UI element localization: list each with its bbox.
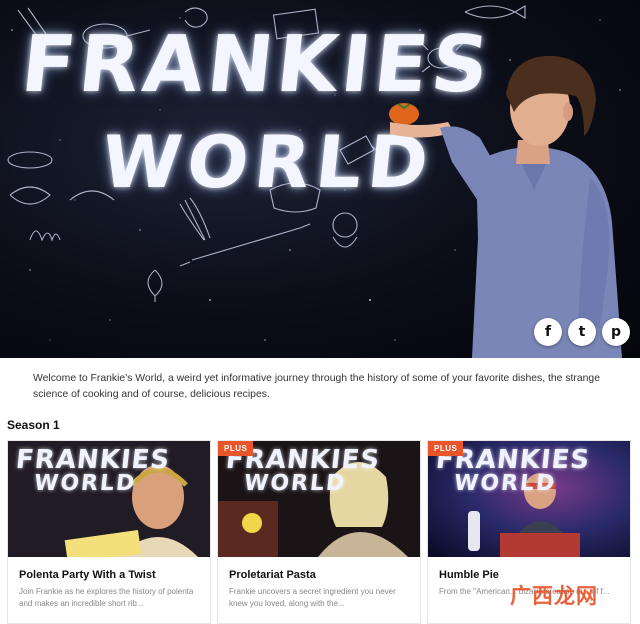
- episode-thumbnail: FRANKIES WORLD: [8, 441, 210, 557]
- episode-title[interactable]: Humble Pie: [439, 569, 499, 581]
- show-description: Welcome to Frankie's World, a weird yet …: [33, 373, 600, 400]
- episode-title[interactable]: Polenta Party With a Twist: [19, 569, 156, 581]
- episode-thumbnail: FRANKIES WORLD PLUS: [218, 441, 420, 557]
- share-pinterest-button[interactable]: p: [602, 318, 630, 346]
- presenter-image: [389, 55, 622, 358]
- twitter-icon: t: [578, 324, 586, 340]
- thumbnail-logo-line2: WORLD: [242, 471, 348, 496]
- episode-title[interactable]: Proletariat Pasta: [229, 569, 316, 581]
- share-facebook-button[interactable]: f: [534, 318, 562, 346]
- episode-card[interactable]: FRANKIES WORLD PLUS Proletariat Pasta Fr…: [217, 440, 421, 624]
- season-heading: Season 1: [7, 418, 60, 432]
- episode-description: Frankie uncovers a secret ingredient you…: [229, 587, 396, 608]
- episode-card[interactable]: FRANKIES WORLD Polenta Party With a Twis…: [7, 440, 211, 624]
- episode-thumbnail: FRANKIES WORLD PLUS: [428, 441, 630, 557]
- episode-description: Join Frankie as he explores the history …: [19, 587, 194, 608]
- site-watermark: 广西龙网: [510, 584, 598, 608]
- pinterest-icon: p: [610, 324, 622, 340]
- share-twitter-button[interactable]: t: [568, 318, 596, 346]
- plus-badge: PLUS: [218, 441, 254, 456]
- thumbnail-logo-line2: WORLD: [452, 471, 558, 496]
- hero-banner: FRANKIES WORLD f t p: [0, 0, 640, 358]
- facebook-icon: f: [544, 324, 552, 340]
- plus-badge: PLUS: [428, 441, 464, 456]
- show-logo: FRANKIES WORLD: [17, 20, 496, 210]
- thumbnail-logo-line2: WORLD: [32, 471, 138, 496]
